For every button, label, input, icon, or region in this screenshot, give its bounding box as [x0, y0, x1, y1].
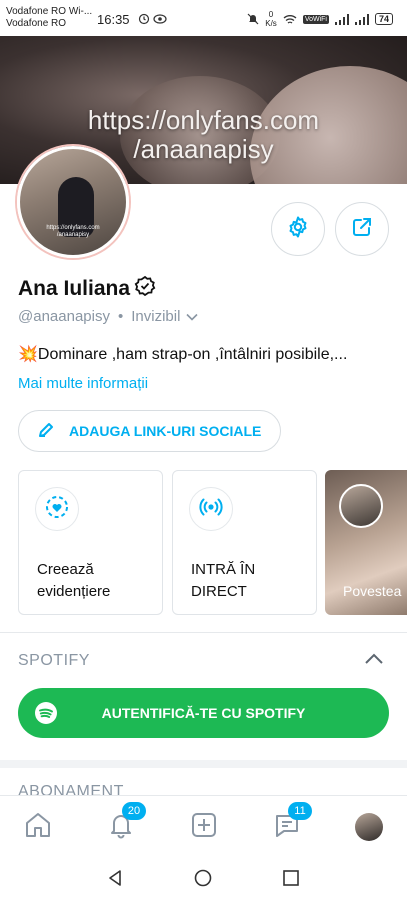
chevron-up-icon — [364, 653, 384, 670]
eye-icon — [153, 14, 167, 27]
spotify-login-label: AUTENTIFICĂ-TE CU SPOTIFY — [101, 705, 306, 721]
status-icons: 0 K/s VoWiFi 74 — [247, 10, 393, 28]
gear-icon — [286, 215, 310, 244]
add-social-links-label: ADAUGA LINK-URI SOCIALE — [69, 423, 262, 439]
vowifi-badge: VoWiFi — [302, 14, 329, 24]
mute-icon — [247, 13, 259, 25]
go-live-card[interactable]: INTRĂ ÎN DIRECT — [172, 470, 317, 615]
home-circle-icon — [194, 869, 212, 891]
go-live-line: DIRECT — [191, 583, 247, 600]
verified-icon — [134, 275, 156, 303]
carrier-2: Vodafone RO — [6, 18, 67, 29]
notifications-badge: 20 — [122, 802, 146, 820]
cover-watermark-line: https://onlyfans.com — [87, 105, 320, 135]
handle-row: @anaanapisy • Invizibil — [18, 308, 198, 325]
create-highlight-card[interactable]: Creează evidențiere — [18, 470, 163, 615]
system-nav-bar — [0, 857, 407, 900]
spotify-section-title: SPOTIFY — [18, 652, 90, 669]
story-avatar — [339, 484, 383, 528]
messages-badge: 11 — [288, 802, 312, 820]
back-button[interactable] — [106, 869, 124, 892]
carrier-1: Vodafone RO Wi-... — [6, 6, 93, 17]
nav-home[interactable] — [21, 810, 55, 844]
profile-name-row: Ana Iuliana — [18, 275, 156, 303]
signal-icon — [334, 13, 349, 25]
avatar-watermark: https://onlyfans.com /anaanapisy — [20, 225, 126, 239]
create-highlight-line: Creează — [37, 561, 94, 578]
story-card[interactable]: Povestea — [325, 470, 407, 615]
add-social-links-button[interactable]: ADAUGA LINK-URI SOCIALE — [18, 410, 281, 452]
go-live-line: INTRĂ ÎN — [191, 561, 256, 578]
profile-bio: 💥Dominare ,ham strap-on ,întâlniri posib… — [18, 346, 348, 363]
bottom-nav: 20 11 — [0, 795, 407, 857]
story-label: Povestea — [343, 583, 402, 599]
chevron-down-icon — [186, 308, 198, 325]
wifi-icon — [283, 14, 297, 25]
section-divider — [0, 760, 407, 768]
home-icon — [23, 810, 53, 845]
section-divider — [0, 632, 407, 633]
profile-name: Ana Iuliana — [18, 277, 131, 300]
carrier-info: Vodafone RO Wi-... Vodafone RO — [6, 6, 92, 30]
speed-unit: K/s — [265, 19, 277, 28]
more-info-link[interactable]: Mai multe informații — [18, 375, 148, 392]
share-icon — [350, 215, 374, 244]
status-selector[interactable]: Invizibil — [131, 308, 198, 325]
nav-notifications[interactable]: 20 — [104, 802, 146, 844]
create-highlight-line: evidențiere — [37, 583, 111, 600]
heart-icon — [44, 494, 70, 525]
avatar-watermark-line: /anaanapisy — [56, 232, 90, 238]
collapse-spotify-button[interactable] — [364, 652, 384, 671]
battery-indicator: 74 — [374, 13, 393, 25]
create-highlight-label: Creează evidențiere — [37, 559, 110, 603]
share-button[interactable] — [335, 202, 389, 256]
clock: 16:35 — [97, 12, 130, 27]
nav-new-post[interactable] — [187, 810, 221, 844]
status-bar: Vodafone RO Wi-... Vodafone RO 16:35 0 K… — [0, 0, 407, 36]
profile-handle: @anaanapisy — [18, 308, 110, 325]
profile-avatar[interactable]: https://onlyfans.com /anaanapisy — [17, 146, 129, 258]
spotify-icon — [34, 701, 58, 728]
avatar-watermark-line: https://onlyfans.com — [46, 225, 100, 231]
status-label: Invizibil — [131, 308, 181, 325]
avatar — [355, 813, 383, 841]
alarm-icon — [138, 13, 150, 28]
settings-button[interactable] — [271, 202, 325, 256]
live-icon-wrap — [189, 487, 233, 531]
back-triangle-icon — [106, 870, 124, 891]
highlight-icon-wrap — [35, 487, 79, 531]
nav-messages[interactable]: 11 — [270, 802, 312, 844]
nav-profile[interactable] — [352, 810, 386, 844]
plus-square-icon — [189, 810, 219, 845]
spotify-login-button[interactable]: AUTENTIFICĂ-TE CU SPOTIFY — [18, 688, 389, 738]
recents-button[interactable] — [282, 869, 300, 892]
broadcast-icon — [198, 494, 224, 525]
signal-icon-2 — [354, 13, 369, 25]
pencil-icon — [37, 421, 55, 442]
separator: • — [117, 308, 124, 325]
recents-square-icon — [282, 870, 300, 891]
home-button[interactable] — [194, 869, 212, 892]
speed-value: 0 — [268, 10, 274, 19]
network-speed: 0 K/s — [265, 10, 277, 28]
go-live-label: INTRĂ ÎN DIRECT — [191, 559, 255, 603]
